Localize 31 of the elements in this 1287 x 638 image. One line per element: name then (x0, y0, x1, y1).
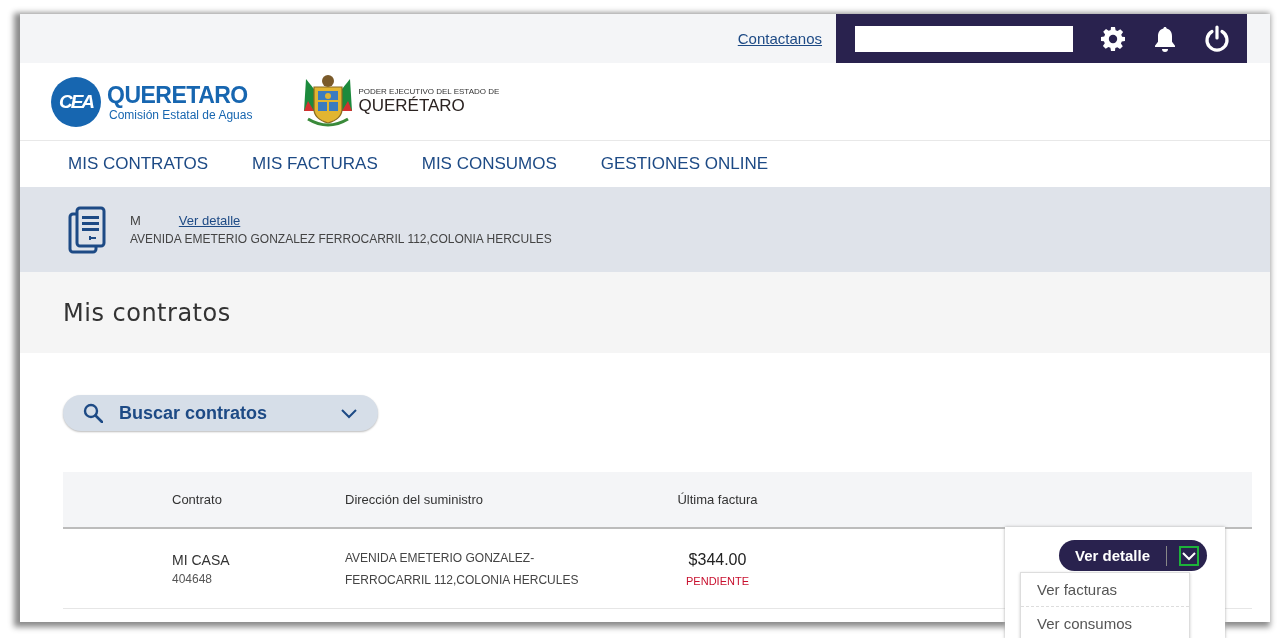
contract-name: M (130, 213, 141, 228)
nav-link[interactable]: MIS CONSUMOS (421, 154, 557, 174)
page-title: Mis contratos (63, 298, 231, 327)
search-toggle[interactable]: Buscar contratos (63, 395, 378, 431)
nav-link[interactable]: GESTIONES ONLINE (600, 154, 768, 174)
column-header: Última factura (676, 492, 759, 507)
dropdown-toggle-icon[interactable] (1179, 545, 1199, 566)
column-header: Dirección del suministro (345, 492, 484, 507)
invoice-amount: $344.00 (687, 550, 748, 569)
logo-badge: CEA (51, 76, 101, 127)
nav-link[interactable]: MIS CONTRATOS (68, 154, 209, 174)
contact-link[interactable]: Contactanos (737, 30, 822, 47)
logo-title: QUERÉTARO (358, 96, 466, 116)
column-header: Contrato (172, 492, 223, 507)
detail-link[interactable]: Ver detalle (178, 213, 241, 228)
search-icon (83, 403, 103, 423)
logo-caption: PODER EJECUTIVO DEL ESTADO DE (358, 87, 500, 96)
menu-item[interactable]: Ver consumos (1021, 607, 1189, 638)
power-icon[interactable] (1203, 24, 1231, 53)
contract-number: 404648 (172, 571, 214, 586)
document-icon (68, 205, 106, 254)
contract-address: AVENIDA EMETERIO GONZALEZ FERROCARRIL 112,COLONIA HERCULES (130, 232, 552, 246)
logo-subtitle: Comisión Estatal de Aguas (109, 107, 253, 122)
contract-name: MI CASA (172, 551, 231, 568)
settings-icon[interactable] (1099, 24, 1127, 53)
logo-title: QUERETARO (107, 81, 249, 108)
user-field[interactable] (855, 25, 1073, 52)
invoice-status: PENDIENTE (685, 574, 750, 587)
nav-link[interactable]: MIS FACTURAS (252, 154, 378, 174)
supply-address: AVENIDA EMETERIO GONZALEZ-FERROCARRIL 112,COLONIA HERCULES (345, 549, 580, 589)
menu-item[interactable]: Ver facturas (1021, 573, 1189, 607)
